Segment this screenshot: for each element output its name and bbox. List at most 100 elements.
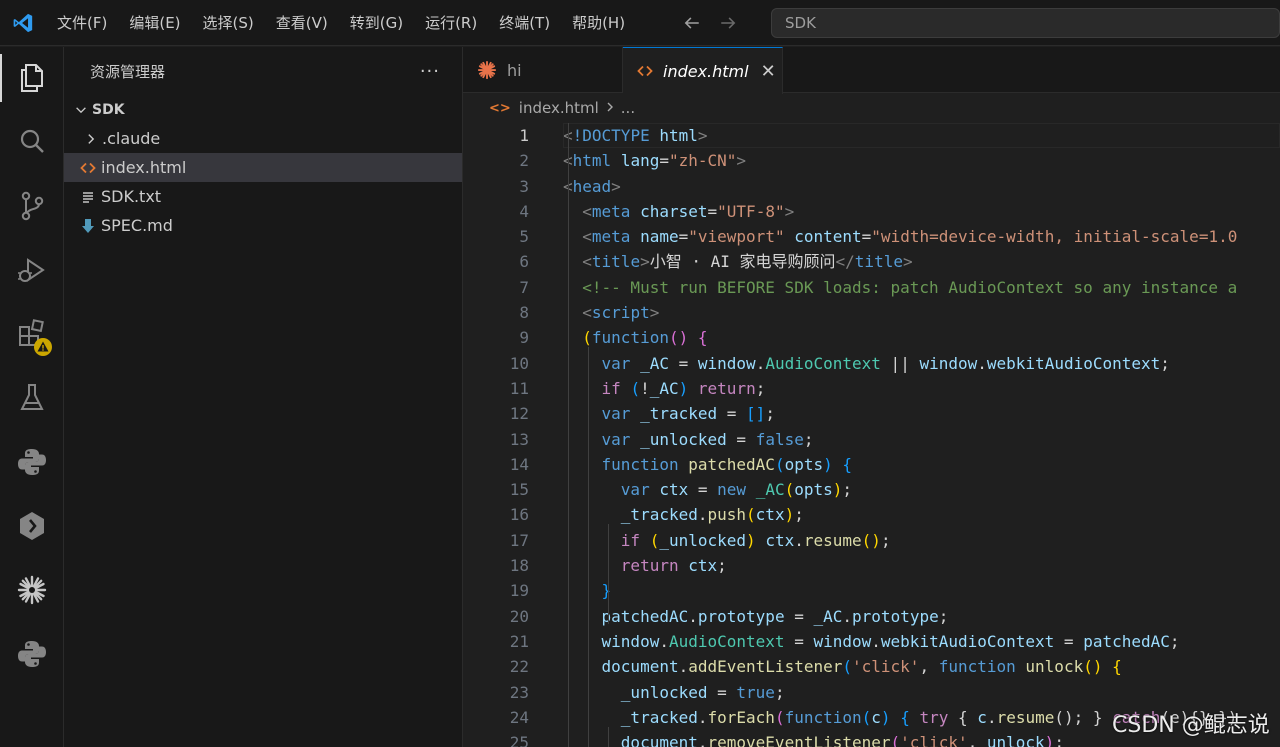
- menu-go[interactable]: 转到(G): [339, 0, 414, 46]
- code-line[interactable]: 2 <html lang="zh-CN">: [463, 148, 1280, 173]
- code-line[interactable]: 11 if (!_AC) return;: [463, 376, 1280, 401]
- tree-item-index-html[interactable]: index.html: [64, 153, 462, 182]
- tree-item-sdk-txt[interactable]: SDK.txt: [64, 182, 462, 211]
- forward-arrow-icon[interactable]: [716, 11, 740, 35]
- code-line[interactable]: 19 }: [463, 578, 1280, 603]
- source-control-icon[interactable]: [0, 178, 64, 234]
- code-text: _tracked.push(ctx);: [620, 505, 804, 525]
- chevron-right-icon: [605, 99, 615, 117]
- code-line[interactable]: 21 window.AudioContext = window.webkitAu…: [463, 629, 1280, 654]
- code-text: <html lang="zh-CN">: [563, 151, 747, 171]
- indent-guide: [608, 524, 609, 624]
- back-arrow-icon[interactable]: [680, 11, 704, 35]
- remote-icon[interactable]: [0, 498, 64, 554]
- claude-icon: [477, 60, 497, 80]
- line-number: 7: [519, 277, 529, 297]
- code-text: var ctx = new _AC(opts);: [620, 480, 853, 500]
- line-number: 13: [509, 429, 529, 449]
- line-number: 6: [519, 252, 529, 272]
- explorer-sidebar: 资源管理器 ··· SDK .claude index.html SDK.txt…: [64, 47, 463, 747]
- code-text: <script>: [582, 303, 660, 323]
- menu-terminal[interactable]: 终端(T): [488, 0, 561, 46]
- tree-item-claude-folder[interactable]: .claude: [64, 124, 462, 153]
- search-icon[interactable]: [0, 114, 64, 170]
- code-line[interactable]: 3 <head>: [463, 174, 1280, 199]
- claude-icon[interactable]: [0, 562, 64, 618]
- menu-help[interactable]: 帮助(H): [561, 0, 636, 46]
- code-line[interactable]: 17 if (_unlocked) ctx.resume();: [463, 528, 1280, 553]
- code-line[interactable]: 15 var ctx = new _AC(opts);: [463, 477, 1280, 502]
- code-line[interactable]: 18 return ctx;: [463, 553, 1280, 578]
- line-number: 19: [509, 581, 529, 601]
- code-text: if (_unlocked) ctx.resume();: [620, 530, 891, 550]
- explorer-header: 资源管理器 ···: [64, 47, 462, 95]
- code-line[interactable]: 4 <meta charset="UTF-8">: [463, 199, 1280, 224]
- code-text: if (!_AC) return;: [601, 378, 766, 398]
- code-line[interactable]: 22 document.addEventListener('click', fu…: [463, 654, 1280, 679]
- folder-sdk[interactable]: SDK: [64, 95, 462, 124]
- code-editor[interactable]: 1 <!DOCTYPE html> 2 <html lang="zh-CN"> 3 <he…: [463, 123, 1280, 747]
- code-line[interactable]: 7 <!-- Must run BEFORE SDK loads: patch …: [463, 275, 1280, 300]
- code-line[interactable]: 20 patchedAC.prototype = _AC.prototype;: [463, 604, 1280, 629]
- breadcrumb-rest[interactable]: ...: [621, 99, 635, 117]
- code-text: var _AC = window.AudioContext || window.…: [601, 353, 1170, 373]
- code-line[interactable]: 14 function patchedAC(opts) {: [463, 452, 1280, 477]
- line-number: 9: [519, 328, 529, 348]
- tab-label: hi: [507, 60, 522, 80]
- menu-edit[interactable]: 编辑(E): [118, 0, 191, 46]
- extensions-icon[interactable]: [0, 306, 64, 362]
- close-icon[interactable]: ✕: [761, 61, 776, 82]
- code-line[interactable]: 8 <script>: [463, 300, 1280, 325]
- testing-icon[interactable]: [0, 370, 64, 426]
- code-line[interactable]: 23 _unlocked = true;: [463, 680, 1280, 705]
- line-number: 10: [509, 353, 529, 373]
- navigation-arrows: [680, 11, 740, 35]
- code-line[interactable]: 16 _tracked.push(ctx);: [463, 502, 1280, 527]
- code-text: (function() {: [582, 328, 708, 348]
- code-line[interactable]: 6 <title>小智 · AI 家电导购顾问</title>: [463, 249, 1280, 274]
- python-icon[interactable]: [0, 434, 64, 490]
- code-line[interactable]: 13 var _unlocked = false;: [463, 427, 1280, 452]
- menu-run[interactable]: 运行(R): [414, 0, 488, 46]
- tree-item-label: .claude: [102, 129, 161, 148]
- html-file-icon: [637, 65, 653, 77]
- code-text: function patchedAC(opts) {: [601, 454, 853, 474]
- code-line[interactable]: 1 <!DOCTYPE html>: [463, 123, 1280, 149]
- menu-file[interactable]: 文件(F): [46, 0, 118, 46]
- line-number: 5: [519, 227, 529, 247]
- watermark: CSDN @鲲志说: [1112, 713, 1270, 738]
- code-text: <!-- Must run BEFORE SDK loads: patch Au…: [582, 277, 1238, 297]
- code-text: var _tracked = [];: [601, 404, 775, 424]
- code-text: var _unlocked = false;: [601, 429, 814, 449]
- breadcrumb-file[interactable]: index.html: [519, 99, 599, 117]
- line-number: 1: [519, 126, 529, 145]
- folder-label: SDK: [92, 101, 125, 118]
- line-number: 23: [509, 682, 529, 702]
- tab-hi[interactable]: hi: [463, 47, 623, 93]
- code-text: _unlocked = true;: [620, 682, 785, 702]
- line-number: 22: [509, 657, 529, 677]
- tab-label: index.html: [663, 61, 749, 81]
- command-center-search[interactable]: SDK: [771, 8, 1280, 38]
- python-icon[interactable]: [0, 626, 64, 682]
- explorer-icon[interactable]: [0, 50, 64, 106]
- code-line[interactable]: 10 var _AC = window.AudioContext || wind…: [463, 351, 1280, 376]
- menu-view[interactable]: 查看(V): [265, 0, 339, 46]
- more-actions-icon[interactable]: ···: [420, 61, 440, 82]
- menu-selection[interactable]: 选择(S): [192, 0, 265, 46]
- indent-guide: [568, 123, 569, 747]
- run-debug-icon[interactable]: [0, 242, 64, 298]
- tree-item-label: index.html: [101, 158, 187, 177]
- tree-item-spec-md[interactable]: SPEC.md: [64, 211, 462, 240]
- code-line[interactable]: 12 var _tracked = [];: [463, 401, 1280, 426]
- line-number: 4: [519, 201, 529, 221]
- tab-index-html[interactable]: index.html ✕: [623, 47, 783, 94]
- code-line[interactable]: 9 (function() {: [463, 325, 1280, 350]
- code-line[interactable]: 5 <meta name="viewport" content="width=d…: [463, 224, 1280, 249]
- code-text: document.removeEventListener('click', un…: [620, 733, 1064, 747]
- line-number: 3: [519, 176, 529, 196]
- line-number: 15: [509, 480, 529, 500]
- line-number: 24: [509, 707, 529, 727]
- line-number: 8: [519, 303, 529, 323]
- code-text: document.addEventListener('click', funct…: [601, 657, 1122, 677]
